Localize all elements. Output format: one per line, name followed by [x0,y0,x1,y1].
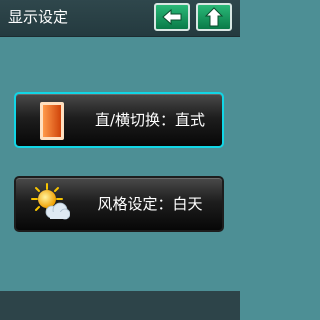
sun-cloud-icon [31,183,70,220]
back-button[interactable] [154,3,190,31]
style-setting-button[interactable]: 风格设定：白天 [14,176,224,232]
page-title: 显示设定 [8,8,69,26]
up-button[interactable] [196,3,232,31]
title-bar: 显示设定 [0,0,240,37]
portrait-orientation-icon [40,102,64,140]
orientation-toggle-label: 直/横切换：直式 [94,111,206,129]
style-setting-label: 风格设定：白天 [97,195,203,213]
orientation-toggle-button[interactable]: 直/横切换：直式 [14,92,224,148]
bottom-bar [0,291,240,320]
arrow-left-icon [162,8,182,26]
arrow-up-icon [204,7,224,27]
